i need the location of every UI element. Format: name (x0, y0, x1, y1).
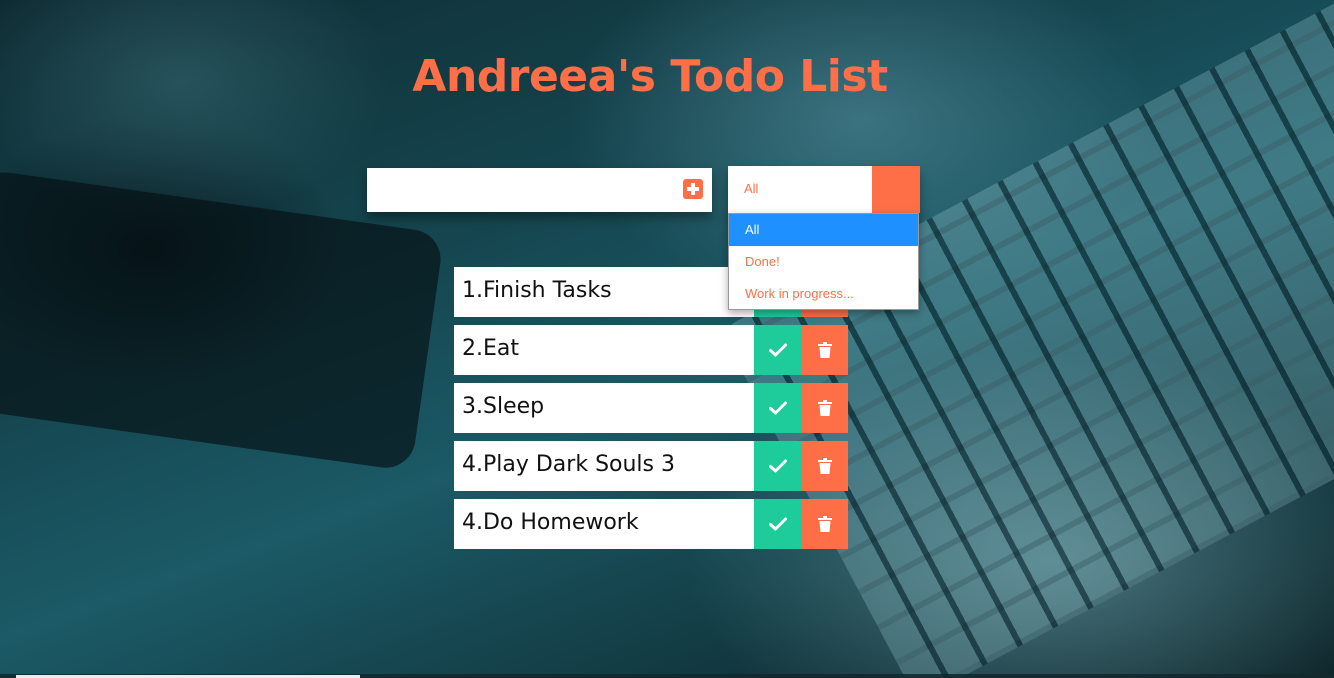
todo-text: 1.Finish Tasks (462, 278, 612, 303)
todo-input-container (367, 168, 712, 212)
todo-text-box: 1.Finish Tasks (454, 267, 754, 317)
todo-input[interactable] (367, 168, 667, 212)
todo-text-box: 4.Play Dark Souls 3 (454, 441, 754, 491)
todo-text-box: 2.Eat (454, 325, 754, 375)
filter-select-arrow[interactable] (872, 166, 920, 213)
trash-icon (818, 400, 832, 416)
todo-item: 2.Eat (454, 325, 848, 375)
page-title: Andreea's Todo List (412, 51, 888, 103)
check-icon (769, 343, 787, 357)
check-icon (769, 401, 787, 415)
filter-option-all[interactable]: All (729, 214, 918, 246)
complete-button[interactable] (754, 441, 802, 491)
todo-item: 4.Do Homework (454, 499, 848, 549)
todo-text-box: 3.Sleep (454, 383, 754, 433)
todo-text-box: 4.Do Homework (454, 499, 754, 549)
filter-dropdown: All Done! Work in progress... (728, 213, 919, 310)
add-todo-button[interactable] (683, 179, 703, 199)
delete-button[interactable] (802, 499, 848, 549)
complete-button[interactable] (754, 383, 802, 433)
delete-button[interactable] (802, 325, 848, 375)
delete-button[interactable] (802, 383, 848, 433)
check-icon (769, 517, 787, 531)
complete-button[interactable] (754, 499, 802, 549)
todo-text: 2.Eat (462, 336, 519, 361)
todo-text: 4.Play Dark Souls 3 (462, 452, 675, 477)
filter-select[interactable]: All (728, 166, 920, 213)
filter-selected-value: All (744, 181, 759, 196)
complete-button[interactable] (754, 325, 802, 375)
trash-icon (818, 342, 832, 358)
todo-item: 4.Play Dark Souls 3 (454, 441, 848, 491)
trash-icon (818, 516, 832, 532)
background-mousepad (0, 168, 445, 472)
todo-text: 4.Do Homework (462, 510, 639, 535)
filter-option-in-progress[interactable]: Work in progress... (729, 278, 918, 310)
filter-option-done[interactable]: Done! (729, 246, 918, 278)
todo-item: 3.Sleep (454, 383, 848, 433)
delete-button[interactable] (802, 441, 848, 491)
todo-text: 3.Sleep (462, 394, 545, 419)
check-icon (769, 459, 787, 473)
trash-icon (818, 458, 832, 474)
